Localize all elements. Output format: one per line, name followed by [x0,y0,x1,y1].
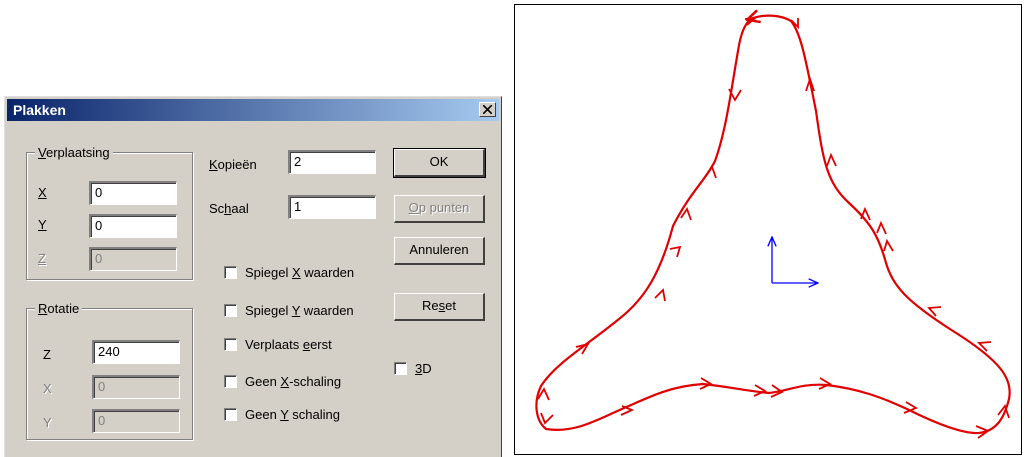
geen-y-schaling-label: Geen Y schaling [245,407,340,422]
verplaatsing-y-label: Y [38,217,47,232]
direction-arrows [537,16,1010,439]
kopieen-label: Kopieën [209,157,257,172]
rotatie-y-label: Y [43,415,52,430]
close-button[interactable] [479,102,496,117]
spiegel-y-checkbox[interactable]: Spiegel Y waarden [224,303,354,318]
verplaatsing-x-field[interactable]: 0 [89,181,177,205]
geen-y-schaling-checkbox[interactable]: Geen Y schaling [224,407,340,422]
schaal-field[interactable]: 1 [288,195,376,219]
op-punten-button: Op punten [394,195,485,223]
verplaatsing-x-label: X [38,185,47,200]
curve-path [535,16,1011,435]
verplaatsing-z-label: Z [38,251,46,266]
axis-indicator [772,237,818,283]
rotatie-x-field: 0 [92,375,180,399]
verplaatsing-z-field: 0 [89,247,177,271]
rotatie-legend: Rotatie [35,301,83,316]
geen-x-schaling-checkbox[interactable]: Geen X-schaling [224,374,341,389]
title-bar[interactable]: Plakken [7,99,499,121]
spiegel-x-label: Spiegel X waarden [245,265,355,280]
annuleren-button[interactable]: Annuleren [394,237,485,265]
schaal-label: Schaal [209,201,249,216]
paste-dialog: Plakken Verplaatsing X 0 Y 0 Z 0 Rotatie… [4,96,502,457]
rotatie-y-field: 0 [92,409,180,433]
verplaats-eerst-checkbox[interactable]: Verplaats eerst [224,337,332,352]
rotatie-x-label: X [43,381,52,396]
verplaats-eerst-label: Verplaats eerst [245,337,332,352]
verplaatsing-legend: Verplaatsing [35,145,113,160]
checkbox-box[interactable] [224,375,237,388]
rotatie-z-field[interactable]: 240 [92,340,180,364]
ok-button[interactable]: OK [393,148,486,178]
spiegel-x-checkbox[interactable]: Spiegel X waarden [224,265,354,280]
spiegel-y-label: Spiegel Y waarden [245,303,354,318]
three-d-checkbox[interactable]: 3D [394,361,432,376]
drawing-svg [535,5,1011,439]
checkbox-box[interactable] [224,408,237,421]
geen-x-schaling-label: Geen X-schaling [245,374,342,389]
rotatie-z-label: Z [43,347,51,362]
dialog-title: Plakken [13,102,66,118]
checkbox-box[interactable] [394,362,407,375]
checkbox-box[interactable] [224,304,237,317]
reset-button[interactable]: Reset [394,293,485,321]
kopieen-field[interactable]: 2 [288,150,376,174]
checkbox-box[interactable] [224,266,237,279]
verplaatsing-y-field[interactable]: 0 [89,214,177,238]
close-icon [483,105,492,114]
checkbox-box[interactable] [224,338,237,351]
three-d-label: 3D [415,361,432,376]
drawing-canvas[interactable] [514,4,1022,455]
